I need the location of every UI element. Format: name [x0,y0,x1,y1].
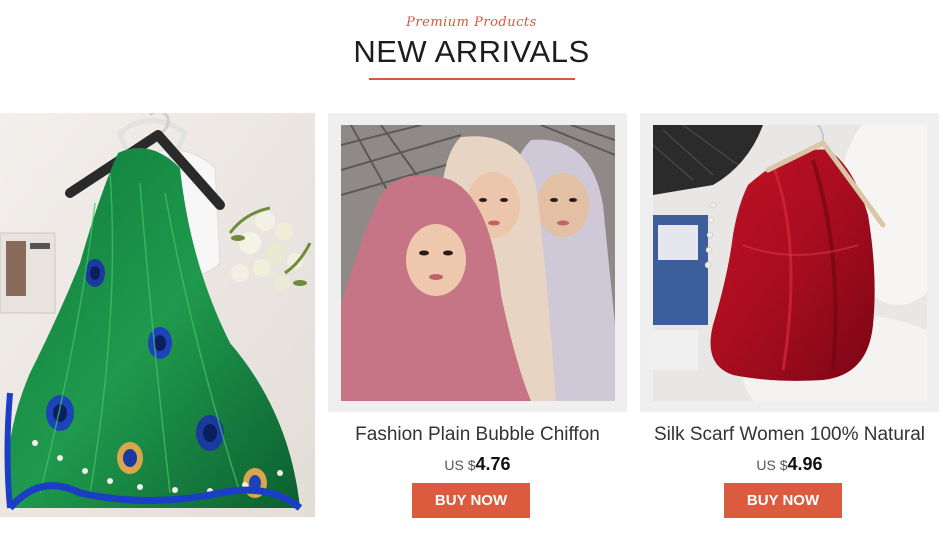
buy-now-button[interactable]: BUY NOW [724,483,842,518]
product-image-frame [640,113,939,412]
price-currency: US $ [444,457,476,473]
product-image[interactable] [653,125,927,401]
price-currency: US $ [756,457,788,473]
red-silk-scarf-photo [653,125,927,401]
product-card: Silk Scarf Women 100% Natural US $4.96 B… [640,113,941,533]
product-name[interactable]: Silk Scarf Women 100% Natural [634,423,943,447]
section-subtitle: Premium Products [406,15,537,30]
peacock-scarf-photo [0,113,315,517]
title-underline [368,78,575,80]
price-value: 4.76 [475,454,511,474]
price-value: 4.96 [787,454,823,474]
buy-now-button[interactable]: BUY NOW [412,483,530,518]
new-arrivals-section: Premium Products NEW ARRIVALS Fashion Pl… [0,0,943,541]
product-price: US $4.76 [328,453,627,477]
hero-banner-image[interactable] [0,113,315,517]
section-title: NEW ARRIVALS [353,34,590,69]
section-header: Premium Products NEW ARRIVALS [0,14,943,80]
product-image-frame [328,113,627,412]
product-price: US $4.96 [640,453,939,477]
chiffon-hijab-photo [341,125,615,401]
product-image[interactable] [341,125,615,401]
product-name[interactable]: Fashion Plain Bubble Chiffon [322,423,633,447]
product-card: Fashion Plain Bubble Chiffon US $4.76 BU… [328,113,629,533]
